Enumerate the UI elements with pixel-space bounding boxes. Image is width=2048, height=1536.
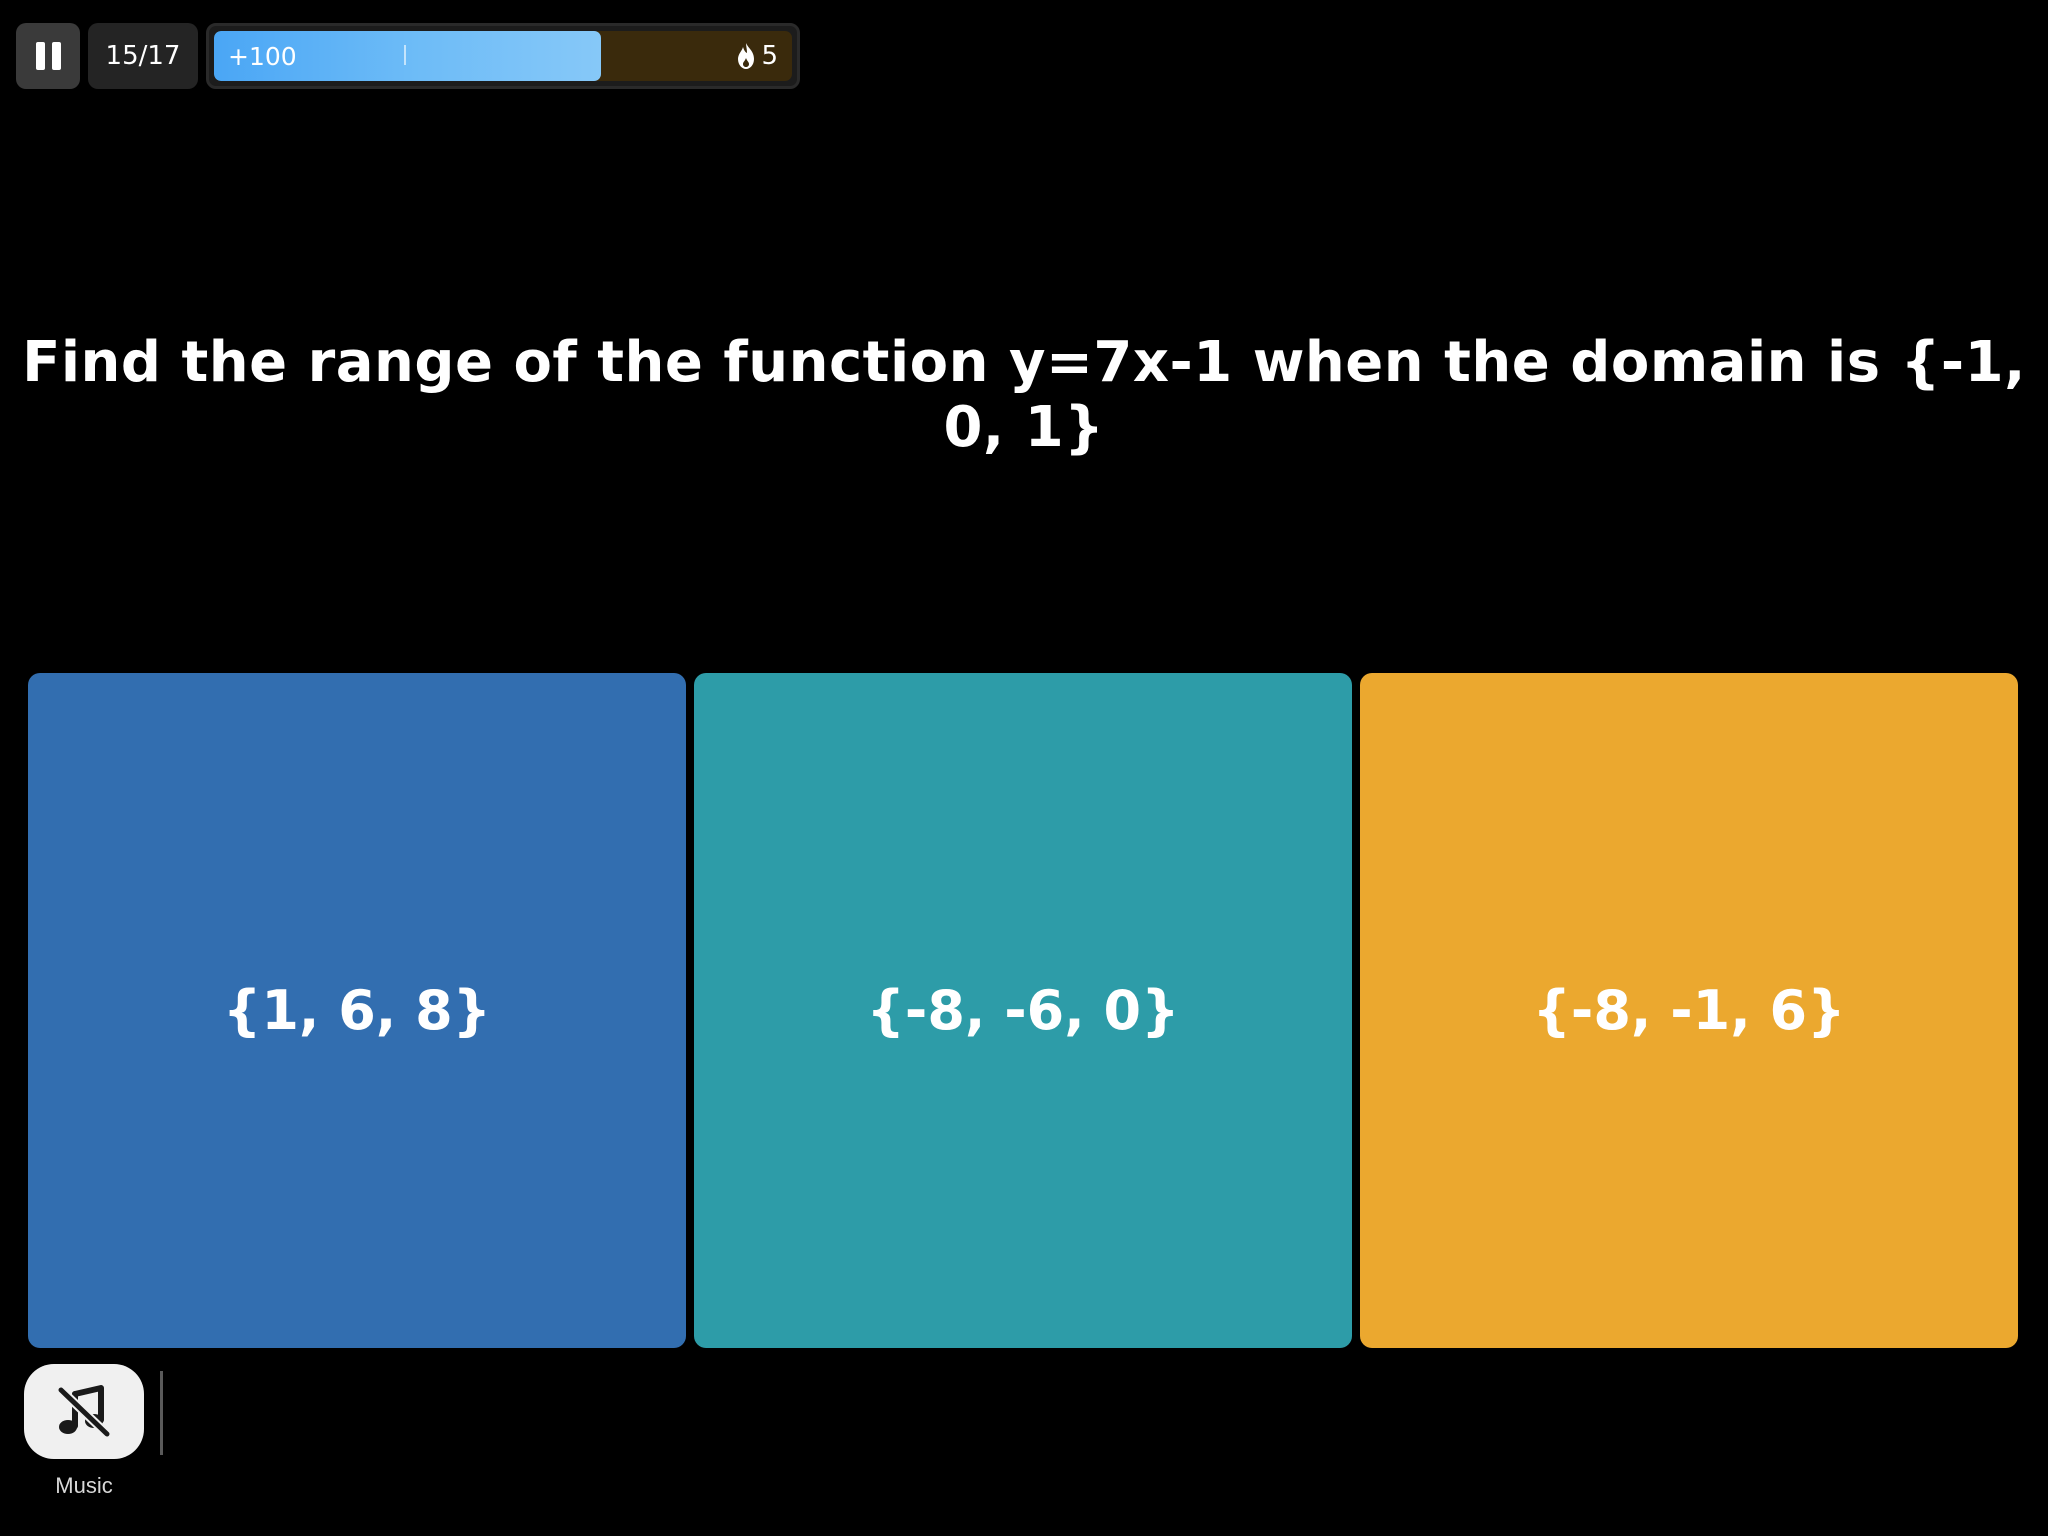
music-control: Music [24, 1364, 144, 1499]
answer-options: {1, 6, 8} {-8, -6, 0} {-8, -1, 6} [28, 673, 2018, 1348]
score-progress: +100 5 [206, 23, 800, 89]
progress-track: +100 5 [214, 31, 792, 81]
progress-tick [404, 45, 406, 65]
top-bar: 15/17 +100 5 [16, 23, 800, 89]
flame-icon [738, 43, 755, 69]
answer-option-1[interactable]: {1, 6, 8} [28, 673, 686, 1348]
answer-option-label: {1, 6, 8} [222, 979, 492, 1042]
music-off-icon [56, 1384, 112, 1438]
question-text: Find the range of the function y=7x-1 wh… [22, 330, 2026, 460]
pause-icon [35, 42, 45, 70]
streak-count: 5 [761, 41, 778, 71]
bonus-label: +100 [228, 41, 297, 71]
question-counter: 15/17 [88, 23, 198, 89]
answer-option-3[interactable]: {-8, -1, 6} [1360, 673, 2018, 1348]
answer-option-2[interactable]: {-8, -6, 0} [694, 673, 1352, 1348]
music-toggle-button[interactable] [24, 1364, 144, 1459]
pause-button[interactable] [16, 23, 80, 89]
answer-option-label: {-8, -6, 0} [866, 979, 1180, 1042]
answer-option-label: {-8, -1, 6} [1532, 979, 1846, 1042]
toolbar-divider [160, 1371, 163, 1455]
music-label: Music [55, 1473, 113, 1498]
streak-indicator: 5 [735, 31, 778, 81]
pause-icon-bar [51, 42, 61, 70]
